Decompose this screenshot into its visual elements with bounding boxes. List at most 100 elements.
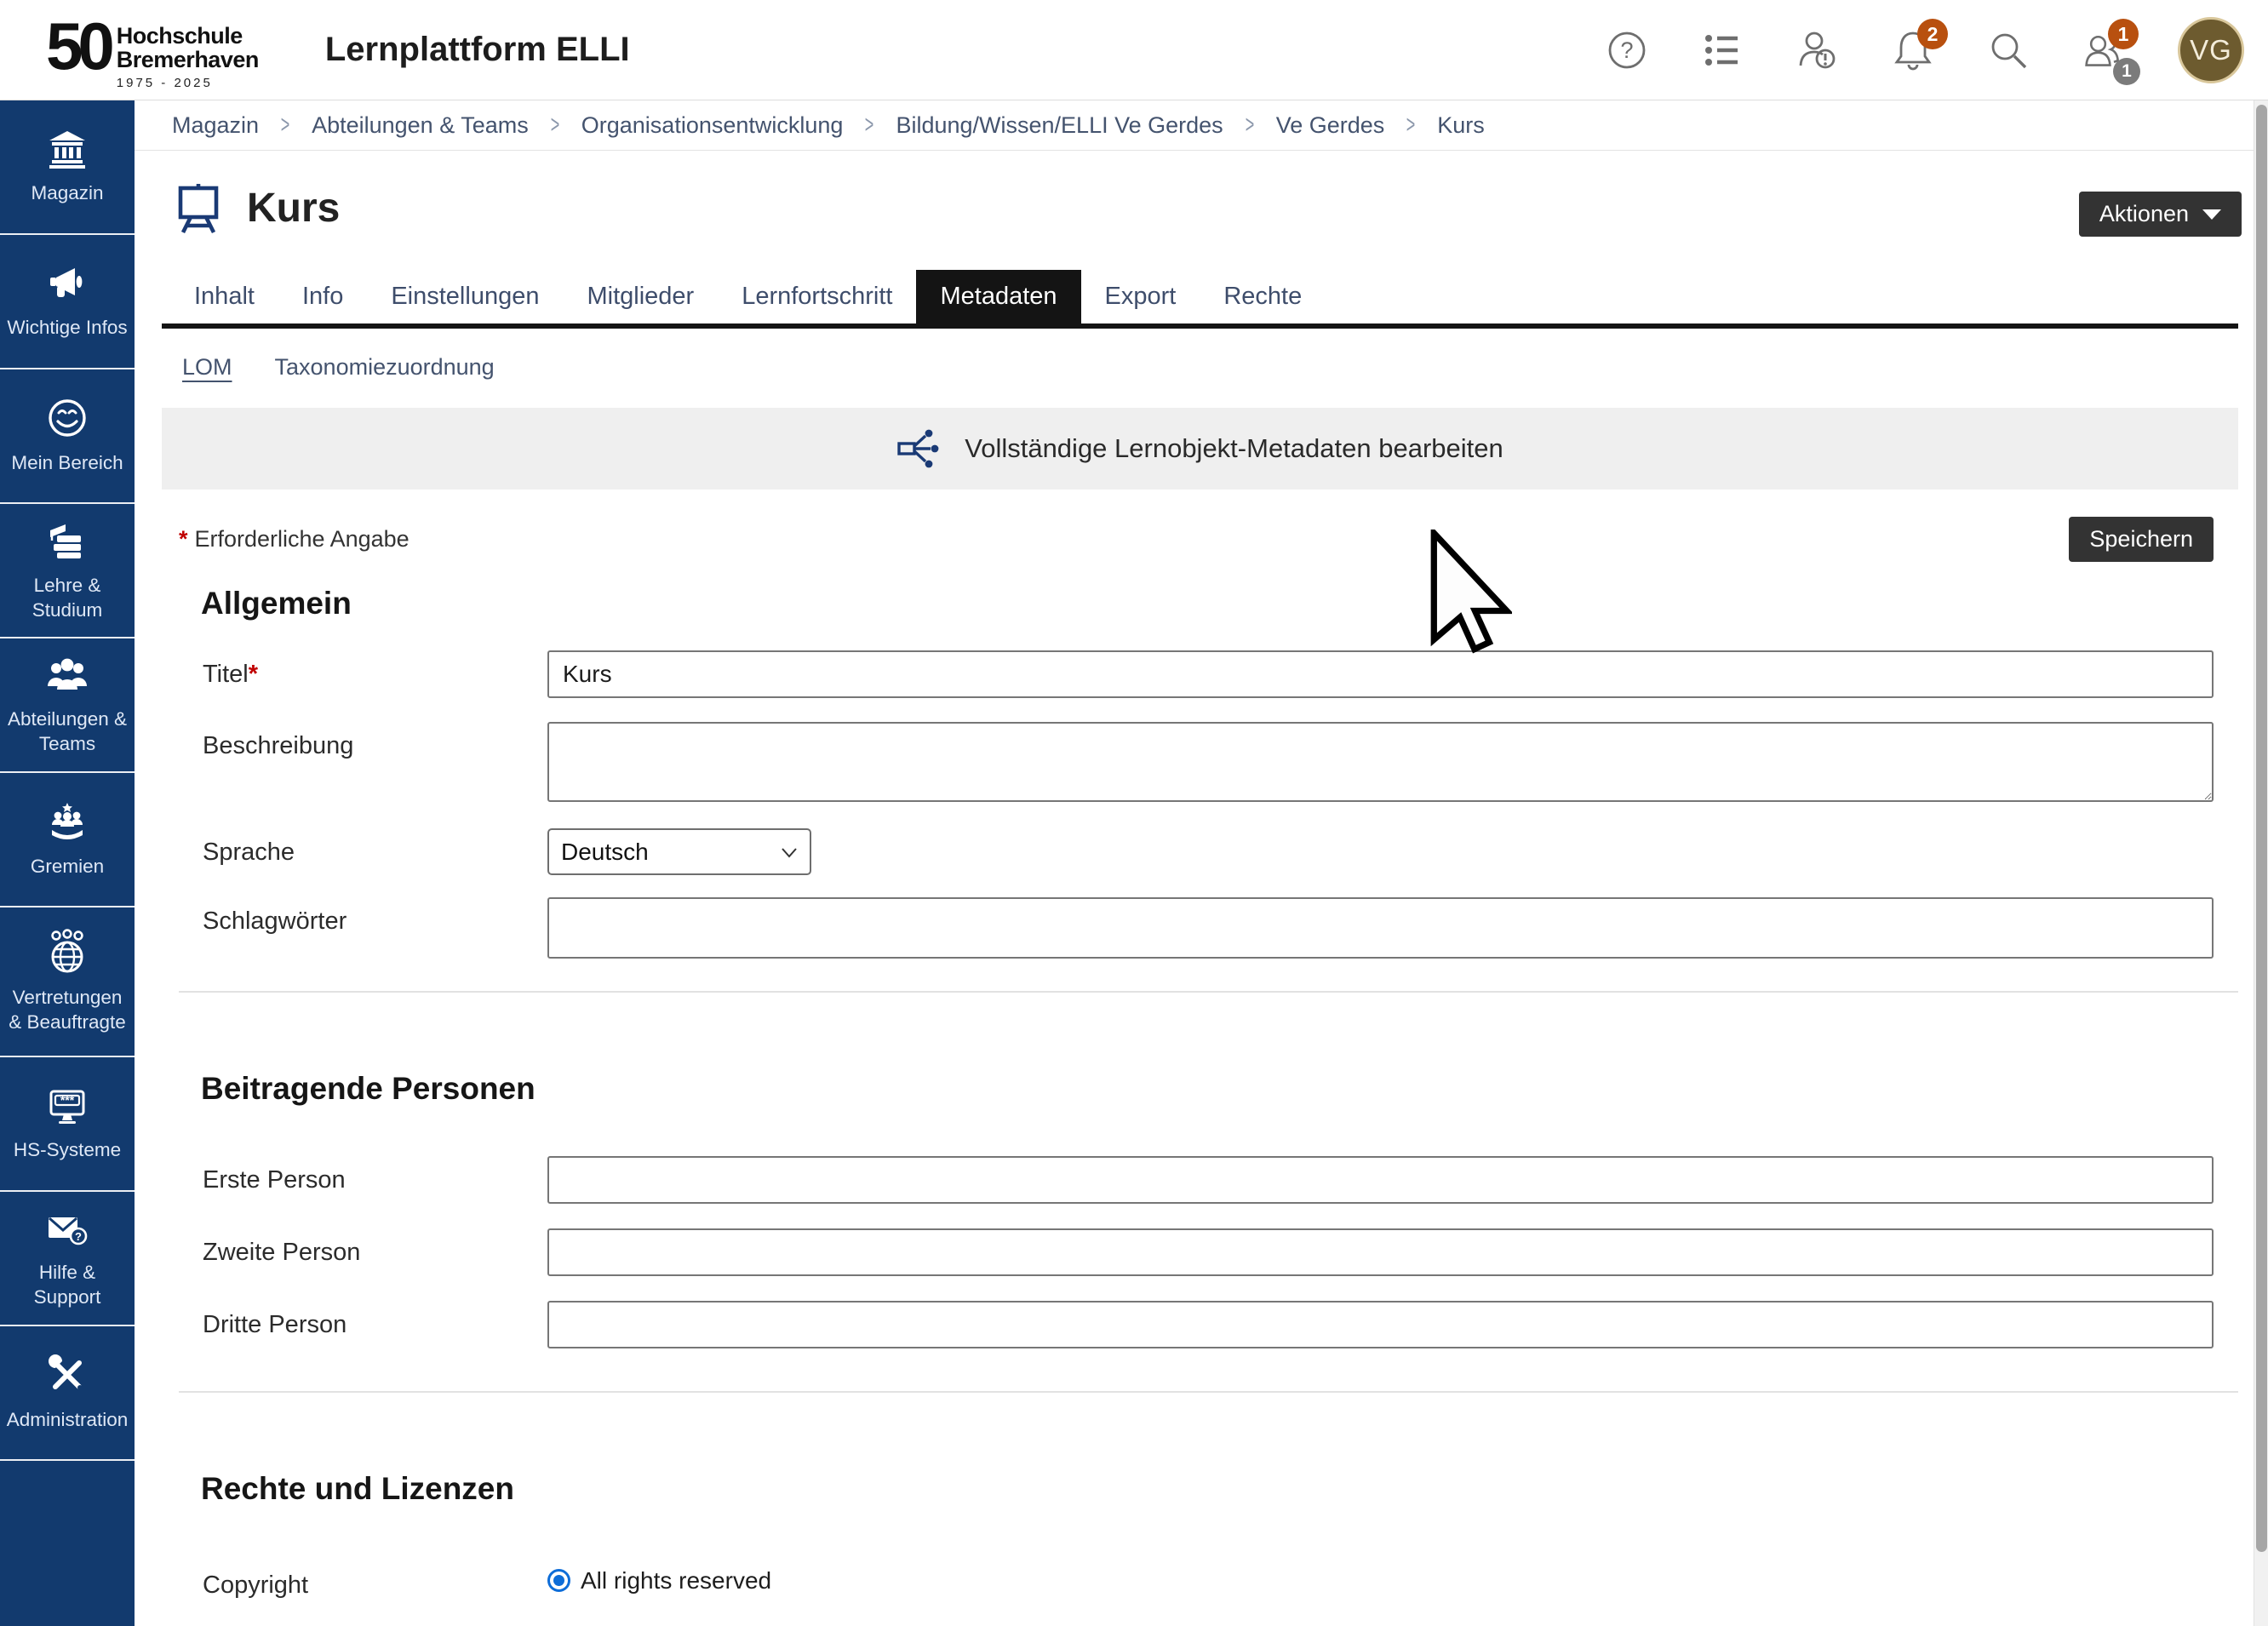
edit-full-metadata-label: Vollständige Lernobjekt-Metadaten bearbe… [965,433,1503,464]
tab-inhalt[interactable]: Inhalt [170,270,278,323]
sidebar-item-vertretungen[interactable]: Vertretungen & Beauftragte [0,907,135,1057]
who-is-online-icon-glyph [1796,29,1839,72]
svg-text:***: *** [60,1093,75,1107]
megaphone-icon [45,262,89,305]
logo-50: 50 [46,16,110,76]
section-divider [179,1391,2238,1393]
who-is-online-icon[interactable] [1796,29,1839,72]
sidebar-item-hs-systeme[interactable]: *** HS-Systeme [0,1057,135,1192]
save-button[interactable]: Speichern [2069,517,2214,562]
breadcrumb: Magazin > Abteilungen & Teams > Organisa… [135,100,2254,151]
course-easel-icon [172,181,225,234]
chevron-down-icon [2202,209,2221,220]
sidebar-label-wichtige-infos: Wichtige Infos [7,315,127,340]
copyright-radio[interactable] [547,1569,570,1592]
sidebar-item-wichtige-infos[interactable]: Wichtige Infos [0,235,135,369]
tab-rechte[interactable]: Rechte [1200,270,1326,323]
mail-question-icon: ? [44,1207,90,1250]
svg-text:?: ? [75,1230,82,1243]
sidebar-label-abteilungen-teams: Abteilungen & Teams [3,707,131,757]
sidebar-label-hs-systeme: HS-Systeme [14,1137,121,1162]
sidebar-label-administration: Administration [7,1407,129,1432]
breadcrumb-separator: > [1245,111,1254,140]
tab-einstellungen[interactable]: Einstellungen [367,270,563,323]
edit-full-metadata-banner[interactable]: Vollständige Lernobjekt-Metadaten bearbe… [162,408,2238,490]
actions-button[interactable]: Aktionen [2079,192,2242,237]
actions-button-label: Aktionen [2099,201,2189,227]
sidebar-label-hilfe-support: Hilfe & Support [3,1260,131,1310]
tools-icon [45,1353,89,1397]
top-header: 50 Hochschule Bremerhaven 1975 - 2025 Le… [0,0,2268,100]
sidebar-item-gremien[interactable]: Gremien [0,773,135,907]
zweite-person-input[interactable] [547,1228,2214,1276]
subtab-lom[interactable]: LOM [182,354,232,381]
breadcrumb-separator: > [281,111,290,140]
logo-line1: Hochschule [117,25,259,49]
globe-people-icon [44,929,90,975]
scrollbar-thumb[interactable] [2256,105,2267,1552]
metadata-tree-icon [896,426,942,472]
list-icon[interactable] [1701,29,1744,72]
sprache-select[interactable]: Deutsch [547,828,811,875]
main-content: Magazin > Abteilungen & Teams > Organisa… [135,100,2254,1626]
section-divider [179,991,2238,993]
titel-label: Titel* [203,650,547,698]
tab-metadaten[interactable]: Metadaten [916,270,1080,323]
tab-bar: Inhalt Info Einstellungen Mitglieder Ler… [162,270,2238,329]
page-title: Kurs [247,185,340,232]
breadcrumb-organisationsentwicklung[interactable]: Organisationsentwicklung [581,112,844,139]
sprache-selected-value: Deutsch [561,839,649,866]
tab-info[interactable]: Info [278,270,367,323]
sidebar-item-abteilungen-teams[interactable]: Abteilungen & Teams [0,638,135,773]
smiley-icon [45,396,89,440]
sidebar-label-lehre-studium: Lehre & Studium [3,573,131,623]
sidebar-item-mein-bereich[interactable]: Mein Bereich [0,369,135,504]
dritte-person-label: Dritte Person [203,1301,547,1348]
hochschule-bremerhaven-logo[interactable]: 50 Hochschule Bremerhaven 1975 - 2025 [46,9,259,89]
sidebar-item-lehre-studium[interactable]: Lehre & Studium [0,504,135,638]
search-icon-glyph [1987,29,2030,72]
beschreibung-label: Beschreibung [203,722,547,806]
sidebar-item-magazin[interactable]: Magazin [0,100,135,235]
breadcrumb-separator: > [551,111,560,140]
sidebar-label-magazin: Magazin [31,180,103,205]
schlagwoerter-input[interactable] [547,897,2214,959]
main-sidebar: Magazin Wichtige Infos Mein Bereich Lehr… [0,100,135,1626]
dritte-person-input[interactable] [547,1301,2214,1348]
breadcrumb-ve-gerdes[interactable]: Ve Gerdes [1276,112,1385,139]
help-icon-glyph: ? [1606,30,1647,71]
sidebar-label-vertretungen: Vertretungen & Beauftragte [3,985,131,1035]
sidebar-item-hilfe-support[interactable]: ? Hilfe & Support [0,1192,135,1326]
tab-lernfortschritt[interactable]: Lernfortschritt [718,270,916,323]
sprache-label: Sprache [203,828,547,875]
avatar[interactable]: VG [2178,17,2244,83]
vertical-scrollbar[interactable] [2254,100,2268,1626]
contacts-icon[interactable]: 1 1 [2082,29,2125,72]
help-icon[interactable]: ? [1606,29,1648,72]
beschreibung-textarea[interactable] [547,722,2214,802]
titel-input[interactable] [547,650,2214,698]
logo-line2: Bremerhaven [117,49,259,72]
section-heading-allgemein: Allgemein [201,586,2254,621]
notifications-bell-icon[interactable]: 2 [1892,29,1934,72]
tab-export[interactable]: Export [1081,270,1200,323]
breadcrumb-abteilungen[interactable]: Abteilungen & Teams [312,112,529,139]
breadcrumb-separator: > [865,111,874,140]
subtab-taxonomiezuordnung[interactable]: Taxonomiezuordnung [275,354,495,381]
bank-icon [45,128,89,170]
tab-mitglieder[interactable]: Mitglieder [563,270,718,323]
people-group-icon [44,654,90,696]
breadcrumb-magazin[interactable]: Magazin [172,112,259,139]
required-asterisk: * [179,526,188,552]
erste-person-input[interactable] [547,1156,2214,1204]
breadcrumb-kurs[interactable]: Kurs [1437,112,1485,139]
breadcrumb-separator: > [1406,111,1416,140]
search-icon[interactable] [1987,29,2030,72]
section-heading-rechte: Rechte und Lizenzen [201,1471,2254,1507]
copyright-label: Copyright [203,1561,547,1600]
committee-icon [45,799,89,844]
breadcrumb-bildung-wissen[interactable]: Bildung/Wissen/ELLI Ve Gerdes [896,112,1223,139]
required-note: *Erforderliche Angabe [179,526,410,552]
notifications-badge: 2 [1917,19,1948,49]
sidebar-item-administration[interactable]: Administration [0,1326,135,1461]
